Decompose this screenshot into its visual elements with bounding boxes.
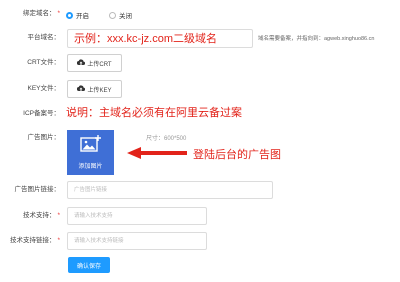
platform-domain-hint: 域名需要备案，并指向到：agweb.xinghuo86.cn [258, 36, 375, 42]
icp-note: 说明：主域名必须有在阿里云备过案 [66, 107, 242, 119]
ad-image-label: 广告图片： [27, 134, 61, 141]
tech-support-label: 技术支持： * [22, 212, 60, 219]
icp-label: ICP备案号： [23, 110, 60, 117]
ad-annotation: 登陆后台的广告图 [193, 149, 281, 161]
binding-radio-off[interactable]: 关闭 [109, 10, 132, 20]
image-add-icon [79, 135, 102, 158]
ad-link-label: 广告图片链接： [14, 186, 61, 193]
binding-label: 绑定域名： * [22, 10, 60, 17]
crt-label: CRT文件： [27, 59, 60, 66]
radio-checked-icon [66, 11, 73, 19]
upload-crt-button[interactable]: 上传CRT [67, 54, 122, 72]
platform-domain-input[interactable]: 示例：xxx.kc-jz.com二级域名 [67, 29, 253, 48]
ad-size-hint: 尺寸：600*500 [146, 136, 187, 142]
add-image-button[interactable]: 添加图片 [67, 130, 114, 175]
arrow-left-icon [127, 146, 187, 165]
tech-support-input[interactable]: 请输入技术支持 [67, 207, 207, 225]
binding-radio-on[interactable]: 开启 [66, 10, 89, 20]
save-button[interactable]: 确认保存 [68, 257, 110, 273]
upload-key-button[interactable]: 上传KEY [67, 80, 122, 98]
tech-support-link-label: 技术支持链接： * [9, 237, 60, 244]
platform-domain-label: 平台域名： [27, 34, 61, 41]
cloud-upload-icon [77, 58, 86, 68]
radio-unchecked-icon [109, 11, 116, 19]
ad-link-input[interactable]: 广告图片链接 [67, 181, 273, 199]
key-label: KEY文件： [27, 85, 60, 92]
cloud-upload-icon [77, 84, 86, 94]
tech-support-link-input[interactable]: 请输入技术支持链接 [67, 232, 207, 250]
